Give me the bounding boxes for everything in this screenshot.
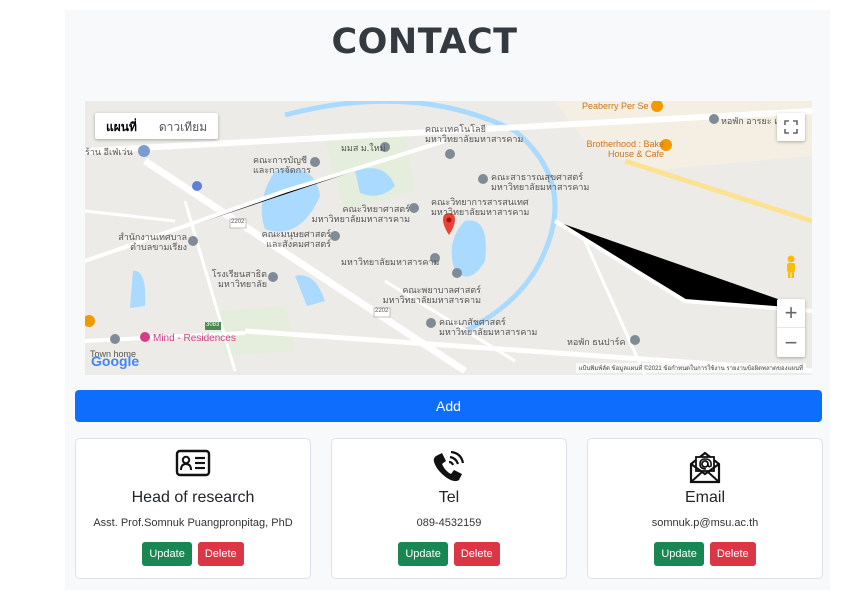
- id-card-icon: [175, 449, 211, 477]
- update-button[interactable]: Update: [142, 542, 192, 566]
- card-title: Email: [684, 489, 725, 506]
- map-label-mind: Mind - Residences: [153, 333, 236, 344]
- map-label-humanities: คณะมนุษยศาสตร์ และสังคมศาสตร์: [261, 229, 331, 249]
- zoom-control: + −: [777, 299, 805, 357]
- zoom-in-button[interactable]: +: [777, 299, 805, 328]
- page-title: CONTACT: [331, 22, 518, 62]
- card-title: Tel: [438, 489, 460, 506]
- map-label-it: คณะวิทยาการสารสนเทศ มหาวิทยาลัยมหาสารคาม: [431, 197, 530, 217]
- map-label-accounting: คณะการบัญชี และการจัดการ: [253, 155, 311, 175]
- contact-card-head: Head of research Asst. Prof.Somnuk Puang…: [75, 438, 311, 579]
- map-road-shield: 3083: [206, 322, 220, 328]
- map-road-shield: 2202: [231, 219, 245, 225]
- contact-card-email: Email somnuk.p@msu.ac.th Update Delete: [587, 438, 823, 579]
- google-logo[interactable]: Google: [91, 353, 139, 369]
- map-label-municipal: สำนักงานเทศบาล ตำบลขามเรียง: [118, 232, 187, 252]
- card-value: Asst. Prof.Somnuk Puangpronpitag, PhD: [93, 517, 293, 529]
- map-label-tech: คณะเทคโนโลยี มหาวิทยาลัยมหาสารคาม: [425, 124, 524, 144]
- fullscreen-button[interactable]: [777, 113, 805, 141]
- map-attribution[interactable]: แป้นพิมพ์ลัด ข้อมูลแผนที่ ©2021 ข้อกำหนด…: [575, 363, 806, 373]
- card-title: Head of research: [131, 489, 255, 506]
- update-button[interactable]: Update: [654, 542, 704, 566]
- delete-button[interactable]: Delete: [453, 542, 500, 566]
- map-label-dorm-bottom: หอพัก ธนปาร์ค: [567, 337, 626, 347]
- pegman-icon: [787, 255, 795, 278]
- email-at-icon: [689, 451, 721, 484]
- zoom-out-button[interactable]: −: [777, 328, 805, 357]
- map-label-dorm-top: หอพัก อารยะ แ: [721, 116, 780, 126]
- street-view-pegman[interactable]: [777, 253, 805, 281]
- map-label-science: คณะวิทยาศาสตร์ มหาวิทยาลัยมหาสารคาม: [311, 204, 410, 224]
- map-road-shield: 2202: [375, 308, 389, 314]
- fullscreen-icon: [784, 120, 798, 134]
- map-label-school: โรงเรียนสาธิต มหาวิทยาลัย: [211, 269, 267, 289]
- map-type-map-button[interactable]: แผนที่: [95, 113, 148, 139]
- add-button[interactable]: Add: [75, 390, 822, 422]
- contact-card-tel: Tel 089-4532159 Update Delete: [331, 438, 567, 579]
- map-type-satellite-button[interactable]: ดาวเทียม: [148, 113, 218, 139]
- map-label-brotherhood: Brotherhood : Bake House & Cafe: [586, 139, 664, 159]
- delete-button[interactable]: Delete: [197, 542, 244, 566]
- phone-ringing-icon: [433, 450, 465, 482]
- map-label-pharmacy: คณะเภสัชศาสตร์ มหาวิทยาลัยมหาสารคาม: [439, 317, 538, 337]
- card-value: 089-4532159: [416, 517, 482, 529]
- map-label-public-health: คณะสาธารณสุขศาสตร์ มหาวิทยาลัยมหาสารคาม: [491, 172, 590, 192]
- map-label-msu-new: มมส ม.ใหม่: [341, 143, 386, 153]
- map-label-msu: มหาวิทยาลัยมหาสารคาม: [341, 257, 440, 267]
- card-value: somnuk.p@msu.ac.th: [651, 517, 759, 529]
- map[interactable]: ร้าน อีเฟ่เว่น คณะเทคโนโลยี มหาวิทยาลัยม…: [85, 101, 812, 375]
- map-label-peaberry: Peaberry Per Se: [582, 101, 649, 111]
- map-label-cafe-left: ร้าน อีเฟ่เว่น: [85, 147, 133, 157]
- update-button[interactable]: Update: [398, 542, 448, 566]
- map-label-nursing: คณะพยาบาลศาสตร์ มหาวิทยาลัยมหาสารคาม: [382, 285, 481, 305]
- delete-button[interactable]: Delete: [709, 542, 756, 566]
- map-type-control: แผนที่ ดาวเทียม: [95, 113, 219, 139]
